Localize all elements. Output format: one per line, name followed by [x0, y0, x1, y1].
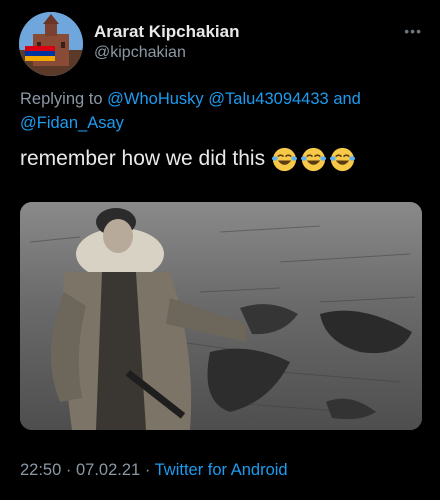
- tweet-photo[interactable]: [20, 202, 422, 430]
- tweet-date: 07.02.21: [75, 461, 141, 479]
- more-options-icon[interactable]: •••: [404, 24, 422, 38]
- mention-joiner: and: [333, 90, 361, 108]
- mention-link[interactable]: @Talu43094433: [208, 90, 328, 108]
- user-handle[interactable]: @kipchakian: [94, 42, 240, 64]
- mention-link[interactable]: @Fidan_Asay: [20, 114, 124, 132]
- mention-link[interactable]: @WhoHusky: [107, 90, 204, 108]
- avatar[interactable]: [19, 12, 83, 76]
- face-with-tears-of-joy-icon: [272, 147, 298, 171]
- emoji-row: [271, 146, 356, 173]
- meta-separator: ·: [144, 461, 151, 479]
- user-info: Ararat Kipchakian @kipchakian: [94, 22, 240, 64]
- display-name[interactable]: Ararat Kipchakian: [94, 22, 240, 42]
- tweet-body: remember how we did this: [20, 147, 266, 170]
- tweet-card: Ararat Kipchakian @kipchakian ••• Replyi…: [0, 0, 440, 500]
- reply-prefix: Replying to: [20, 90, 103, 108]
- tweet-text: remember how we did this: [20, 144, 356, 174]
- reply-context: Replying to @WhoHusky @Talu43094433 and …: [20, 87, 425, 135]
- tweet-source-link[interactable]: Twitter for Android: [155, 461, 288, 479]
- meta-separator: ·: [65, 461, 72, 479]
- face-with-tears-of-joy-icon: [301, 147, 327, 171]
- tweet-time: 22:50: [20, 461, 62, 479]
- tweet-meta: 22:50 · 07.02.21 · Twitter for Android: [20, 459, 288, 481]
- face-with-tears-of-joy-icon: [330, 147, 356, 171]
